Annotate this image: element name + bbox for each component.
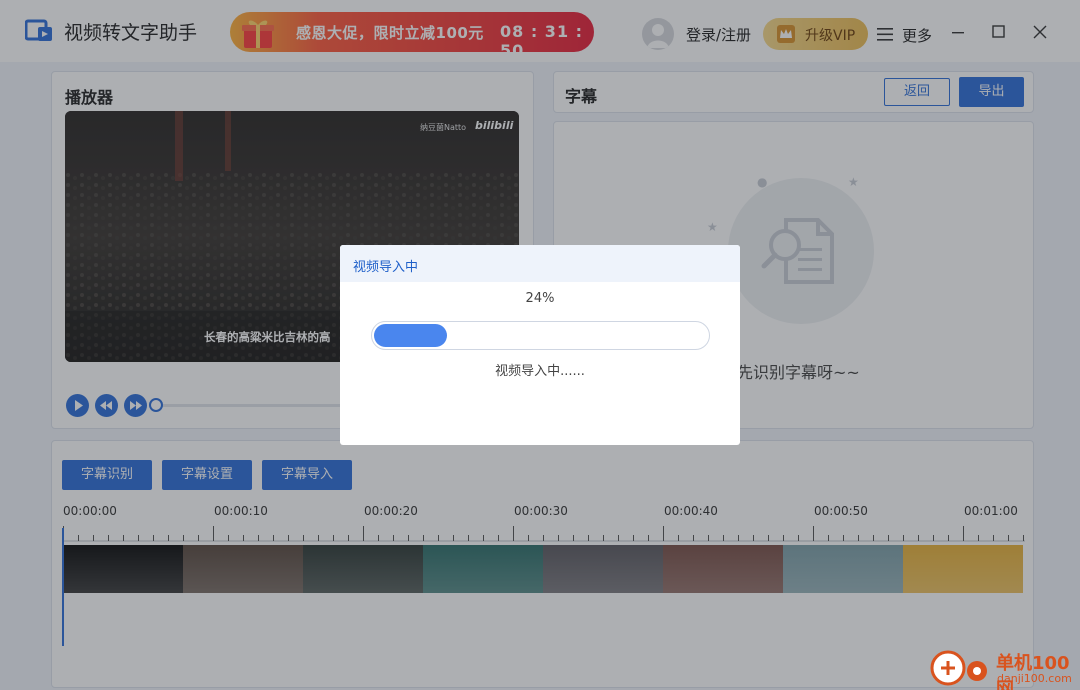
progress-status-text: 视频导入中...... <box>495 364 585 379</box>
site-watermark-url: danji100.com <box>997 672 1072 685</box>
progress-bar <box>371 321 710 350</box>
dialog-title: 视频导入中 <box>353 260 419 275</box>
dialog-header: 视频导入中 <box>340 245 740 282</box>
import-progress-dialog: 视频导入中 24% 视频导入中...... <box>340 245 740 445</box>
progress-bar-fill <box>374 324 447 347</box>
progress-percent-text: 24% <box>525 291 555 306</box>
